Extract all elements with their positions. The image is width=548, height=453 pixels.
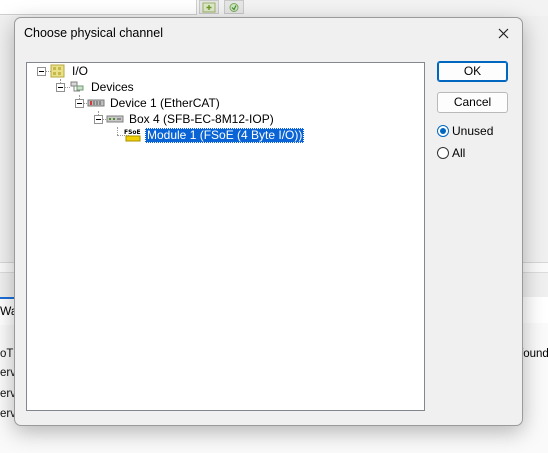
collapse-icon[interactable] — [75, 98, 84, 108]
dialog-title: Choose physical channel — [24, 26, 163, 40]
box-module-icon — [106, 115, 124, 123]
channel-tree[interactable]: I/O Devices Device 1 (EtherCAT) Box 4 (S… — [26, 62, 425, 411]
background-tab-label: Wa — [0, 304, 14, 318]
log-line: oT — [0, 348, 14, 360]
tree-label: Device 1 (EtherCAT) — [110, 95, 220, 110]
tree-item-devices[interactable]: Devices — [56, 79, 136, 95]
log-line: erv — [0, 367, 14, 379]
add-icon[interactable] — [199, 0, 219, 14]
refresh-icon[interactable] — [224, 0, 244, 14]
radio-unused[interactable] — [437, 125, 449, 137]
fsoe-module-icon: FSoE — [124, 129, 141, 142]
fsoe-icon-text: FSoE — [124, 129, 141, 136]
close-icon — [498, 28, 508, 39]
tree-label: Devices — [91, 79, 134, 94]
tree-item-device-1[interactable]: Device 1 (EtherCAT) — [75, 95, 222, 111]
background-tab-right — [522, 297, 548, 323]
log-line: erv — [0, 388, 14, 400]
choose-channel-dialog: Choose physical channel I/O Devices Devi… — [14, 17, 523, 426]
tree-item-box-4[interactable]: Box 4 (SFB-EC-8M12-IOP) — [94, 111, 276, 127]
tree-label: Box 4 (SFB-EC-8M12-IOP) — [129, 111, 274, 126]
log-line: erv — [0, 408, 14, 420]
dialog-titlebar[interactable]: Choose physical channel — [15, 18, 522, 50]
collapse-icon[interactable] — [56, 82, 65, 92]
option-unused[interactable]: Unused — [437, 124, 493, 138]
cancel-button[interactable]: Cancel — [437, 92, 508, 113]
io-folder-icon — [50, 64, 65, 78]
tree-label-selected: Module 1 (FSoE (4 Byte I/O)) — [145, 127, 305, 143]
option-all[interactable]: All — [437, 146, 465, 160]
close-button[interactable] — [492, 24, 514, 44]
background-input-box — [0, 0, 197, 15]
option-all-label: All — [452, 146, 466, 160]
ok-button[interactable]: OK — [437, 61, 508, 82]
radio-all[interactable] — [437, 147, 449, 159]
collapse-icon[interactable] — [94, 114, 103, 124]
log-right-text: found — [520, 348, 548, 360]
tree-label: I/O — [72, 63, 89, 78]
ethercat-device-icon — [87, 99, 105, 107]
tree-item-io[interactable]: I/O — [37, 63, 90, 79]
option-unused-label: Unused — [452, 124, 494, 138]
background-tab[interactable]: Wa — [0, 297, 15, 325]
collapse-icon[interactable] — [37, 66, 46, 76]
devices-icon — [70, 81, 84, 92]
tree-item-module-1[interactable]: FSoE Module 1 (FSoE (4 Byte I/O)) — [124, 127, 305, 143]
